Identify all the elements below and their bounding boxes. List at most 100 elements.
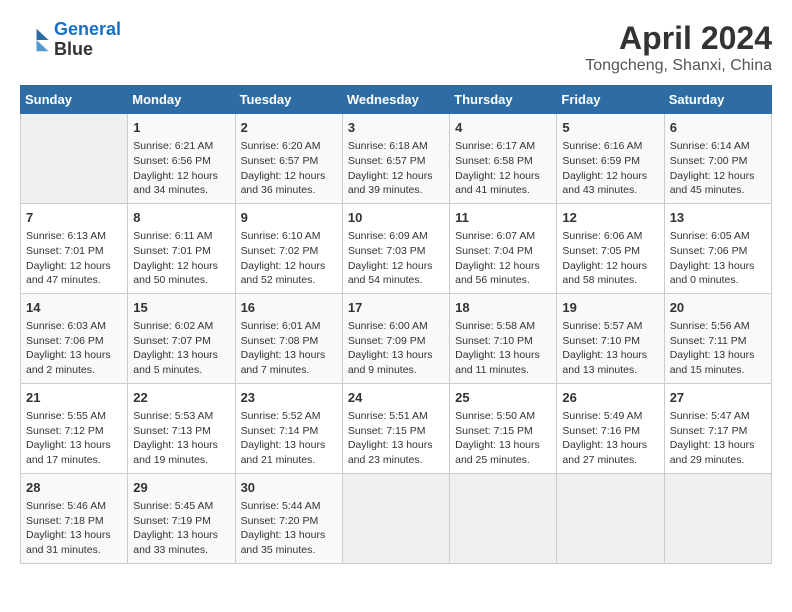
day-cell: 27 Sunrise: 5:47 AMSunset: 7:17 PMDayligh…	[664, 383, 771, 473]
day-info: Sunrise: 6:05 AMSunset: 7:06 PMDaylight:…	[670, 229, 766, 288]
day-cell: 22 Sunrise: 5:53 AMSunset: 7:13 PMDayligh…	[128, 383, 235, 473]
day-number: 21	[26, 389, 122, 407]
logo-text: General Blue	[54, 20, 121, 60]
day-cell: 30 Sunrise: 5:44 AMSunset: 7:20 PMDayligh…	[235, 473, 342, 563]
header-cell-saturday: Saturday	[664, 86, 771, 114]
day-number: 13	[670, 209, 766, 227]
day-cell	[664, 473, 771, 563]
header-cell-monday: Monday	[128, 86, 235, 114]
day-cell: 14Sunrise: 6:03 AMSunset: 7:06 PMDayligh…	[21, 293, 128, 383]
day-info: Sunrise: 5:45 AMSunset: 7:19 PMDaylight:…	[133, 499, 229, 558]
day-cell	[450, 473, 557, 563]
header-cell-tuesday: Tuesday	[235, 86, 342, 114]
week-row-2: 7 Sunrise: 6:13 AMSunset: 7:01 PMDaylight…	[21, 203, 772, 293]
day-number: 20	[670, 299, 766, 317]
day-cell	[557, 473, 664, 563]
day-cell: 7 Sunrise: 6:13 AMSunset: 7:01 PMDaylight…	[21, 203, 128, 293]
day-cell: 28 Sunrise: 5:46 AMSunset: 7:18 PMDayligh…	[21, 473, 128, 563]
day-info: Sunrise: 6:07 AMSunset: 7:04 PMDaylight:…	[455, 229, 551, 288]
header-cell-friday: Friday	[557, 86, 664, 114]
day-info: Sunrise: 6:01 AMSunset: 7:08 PMDaylight:…	[241, 319, 337, 378]
day-number: 25	[455, 389, 551, 407]
day-number: 23	[241, 389, 337, 407]
week-row-1: 1 Sunrise: 6:21 AMSunset: 6:56 PMDaylight…	[21, 114, 772, 204]
day-cell: 6 Sunrise: 6:14 AMSunset: 7:00 PMDaylight…	[664, 114, 771, 204]
header-cell-sunday: Sunday	[21, 86, 128, 114]
day-info: Sunrise: 5:50 AMSunset: 7:15 PMDaylight:…	[455, 409, 551, 468]
day-number: 18	[455, 299, 551, 317]
day-number: 28	[26, 479, 122, 497]
week-row-5: 28 Sunrise: 5:46 AMSunset: 7:18 PMDayligh…	[21, 473, 772, 563]
day-cell: 20 Sunrise: 5:56 AMSunset: 7:11 PMDayligh…	[664, 293, 771, 383]
day-info: Sunrise: 5:49 AMSunset: 7:16 PMDaylight:…	[562, 409, 658, 468]
day-cell: 8 Sunrise: 6:11 AMSunset: 7:01 PMDaylight…	[128, 203, 235, 293]
day-info: Sunrise: 6:06 AMSunset: 7:05 PMDaylight:…	[562, 229, 658, 288]
header-cell-thursday: Thursday	[450, 86, 557, 114]
day-cell: 10 Sunrise: 6:09 AMSunset: 7:03 PMDayligh…	[342, 203, 449, 293]
day-number: 19	[562, 299, 658, 317]
day-info: Sunrise: 5:58 AMSunset: 7:10 PMDaylight:…	[455, 319, 551, 378]
day-number: 22	[133, 389, 229, 407]
day-info: Sunrise: 6:16 AMSunset: 6:59 PMDaylight:…	[562, 139, 658, 198]
day-number: 29	[133, 479, 229, 497]
day-number: 8	[133, 209, 229, 227]
day-info: Sunrise: 6:14 AMSunset: 7:00 PMDaylight:…	[670, 139, 766, 198]
day-info: Sunrise: 6:21 AMSunset: 6:56 PMDaylight:…	[133, 139, 229, 198]
day-info: Sunrise: 5:52 AMSunset: 7:14 PMDaylight:…	[241, 409, 337, 468]
day-number: 16	[241, 299, 337, 317]
week-row-4: 21Sunrise: 5:55 AMSunset: 7:12 PMDayligh…	[21, 383, 772, 473]
day-cell: 13 Sunrise: 6:05 AMSunset: 7:06 PMDayligh…	[664, 203, 771, 293]
day-number: 10	[348, 209, 444, 227]
day-info: Sunrise: 6:17 AMSunset: 6:58 PMDaylight:…	[455, 139, 551, 198]
day-info: Sunrise: 5:53 AMSunset: 7:13 PMDaylight:…	[133, 409, 229, 468]
day-info: Sunrise: 6:03 AMSunset: 7:06 PMDaylight:…	[26, 319, 122, 378]
day-cell: 5Sunrise: 6:16 AMSunset: 6:59 PMDaylight…	[557, 114, 664, 204]
logo-icon	[20, 25, 50, 55]
day-info: Sunrise: 6:00 AMSunset: 7:09 PMDaylight:…	[348, 319, 444, 378]
day-cell: 9Sunrise: 6:10 AMSunset: 7:02 PMDaylight…	[235, 203, 342, 293]
day-cell: 19 Sunrise: 5:57 AMSunset: 7:10 PMDayligh…	[557, 293, 664, 383]
day-number: 1	[133, 119, 229, 137]
day-info: Sunrise: 5:51 AMSunset: 7:15 PMDaylight:…	[348, 409, 444, 468]
day-cell: 15 Sunrise: 6:02 AMSunset: 7:07 PMDayligh…	[128, 293, 235, 383]
day-info: Sunrise: 5:56 AMSunset: 7:11 PMDaylight:…	[670, 319, 766, 378]
day-number: 17	[348, 299, 444, 317]
day-number: 24	[348, 389, 444, 407]
day-number: 7	[26, 209, 122, 227]
day-cell: 4 Sunrise: 6:17 AMSunset: 6:58 PMDaylight…	[450, 114, 557, 204]
day-cell: 12Sunrise: 6:06 AMSunset: 7:05 PMDayligh…	[557, 203, 664, 293]
day-cell: 11 Sunrise: 6:07 AMSunset: 7:04 PMDayligh…	[450, 203, 557, 293]
logo: General Blue	[20, 20, 121, 60]
day-number: 15	[133, 299, 229, 317]
day-info: Sunrise: 5:44 AMSunset: 7:20 PMDaylight:…	[241, 499, 337, 558]
day-cell: 25 Sunrise: 5:50 AMSunset: 7:15 PMDayligh…	[450, 383, 557, 473]
week-row-3: 14Sunrise: 6:03 AMSunset: 7:06 PMDayligh…	[21, 293, 772, 383]
day-cell: 23 Sunrise: 5:52 AMSunset: 7:14 PMDayligh…	[235, 383, 342, 473]
day-cell: 29 Sunrise: 5:45 AMSunset: 7:19 PMDayligh…	[128, 473, 235, 563]
day-number: 27	[670, 389, 766, 407]
day-cell	[342, 473, 449, 563]
subtitle: Tongcheng, Shanxi, China	[585, 57, 772, 75]
day-info: Sunrise: 5:57 AMSunset: 7:10 PMDaylight:…	[562, 319, 658, 378]
day-cell: 17 Sunrise: 6:00 AMSunset: 7:09 PMDayligh…	[342, 293, 449, 383]
day-info: Sunrise: 6:02 AMSunset: 7:07 PMDaylight:…	[133, 319, 229, 378]
day-cell: 18 Sunrise: 5:58 AMSunset: 7:10 PMDayligh…	[450, 293, 557, 383]
day-info: Sunrise: 6:18 AMSunset: 6:57 PMDaylight:…	[348, 139, 444, 198]
day-number: 4	[455, 119, 551, 137]
day-info: Sunrise: 6:09 AMSunset: 7:03 PMDaylight:…	[348, 229, 444, 288]
day-info: Sunrise: 5:46 AMSunset: 7:18 PMDaylight:…	[26, 499, 122, 558]
day-info: Sunrise: 6:11 AMSunset: 7:01 PMDaylight:…	[133, 229, 229, 288]
header-cell-wednesday: Wednesday	[342, 86, 449, 114]
day-info: Sunrise: 5:47 AMSunset: 7:17 PMDaylight:…	[670, 409, 766, 468]
day-number: 3	[348, 119, 444, 137]
title-block: April 2024 Tongcheng, Shanxi, China	[585, 20, 772, 75]
day-info: Sunrise: 6:10 AMSunset: 7:02 PMDaylight:…	[241, 229, 337, 288]
day-cell: 24 Sunrise: 5:51 AMSunset: 7:15 PMDayligh…	[342, 383, 449, 473]
day-number: 30	[241, 479, 337, 497]
day-number: 11	[455, 209, 551, 227]
day-number: 26	[562, 389, 658, 407]
day-cell: 16 Sunrise: 6:01 AMSunset: 7:08 PMDayligh…	[235, 293, 342, 383]
day-number: 6	[670, 119, 766, 137]
day-cell	[21, 114, 128, 204]
day-info: Sunrise: 6:13 AMSunset: 7:01 PMDaylight:…	[26, 229, 122, 288]
